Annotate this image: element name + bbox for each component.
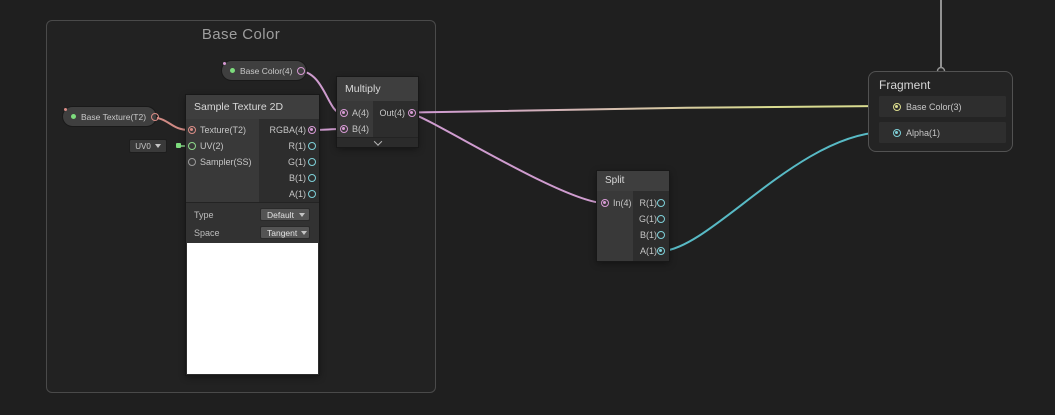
port-label: Base Color(3)	[906, 101, 962, 112]
port-label: Texture(T2)	[200, 125, 247, 135]
in-input-port[interactable]	[601, 199, 609, 207]
port-label: G(1)	[639, 214, 657, 224]
output-column	[373, 101, 418, 137]
port-label: In(4)	[613, 198, 632, 208]
b-output-port[interactable]	[657, 231, 665, 239]
node-title[interactable]: Multiply	[337, 77, 418, 102]
type-value: Default	[267, 209, 294, 220]
g-output-port[interactable]	[308, 158, 316, 166]
b-input-port[interactable]	[340, 125, 348, 133]
r-output-port[interactable]	[657, 199, 665, 207]
node-title[interactable]: Split	[597, 171, 669, 192]
port-label: UV(2)	[200, 141, 224, 151]
g-output-port[interactable]	[657, 215, 665, 223]
node-title: Fragment	[879, 78, 931, 92]
port-label: B(4)	[352, 124, 370, 134]
space-dropdown[interactable]: Tangent	[260, 226, 310, 239]
fragment-alpha-row[interactable]: Alpha(1)	[879, 122, 1006, 143]
node-multiply[interactable]: Multiply A(4) B(4) Out(4)	[337, 77, 418, 147]
port-label: B(1)	[288, 173, 306, 183]
node-preview	[187, 243, 318, 374]
node-sample-texture-2d[interactable]: Sample Texture 2D Texture(T2) UV(2) Samp…	[186, 95, 319, 375]
node-split[interactable]: Split In(4) R(1) G(1) B(1) A(1)	[597, 171, 669, 261]
port-label: R(1)	[288, 141, 307, 151]
uv-input-port[interactable]	[188, 142, 196, 150]
port-label: B(1)	[639, 230, 657, 240]
uv-default-connector-icon	[176, 143, 181, 148]
collapse-strip[interactable]	[337, 136, 418, 147]
port-label: A(4)	[352, 108, 370, 118]
port-label: A(1)	[288, 189, 306, 199]
base-color-input-port[interactable]	[893, 102, 901, 111]
texture-input-port[interactable]	[188, 126, 196, 134]
wire-multiply-out-to-fragment-basecolor[interactable]	[411, 105, 884, 114]
property-label: Base Color(4)	[240, 65, 293, 76]
chevron-down-icon	[299, 212, 305, 217]
a-output-port[interactable]	[657, 247, 665, 255]
port-label: Sampler(SS)	[200, 157, 252, 167]
r-output-port[interactable]	[308, 142, 316, 150]
port-label: A(1)	[639, 246, 657, 256]
out-output-port[interactable]	[408, 109, 416, 117]
chevron-down-icon	[154, 144, 161, 148]
alpha-input-port[interactable]	[893, 128, 901, 137]
base-color-property-output-port[interactable]	[297, 66, 306, 75]
base-texture-property-output-port[interactable]	[151, 112, 160, 121]
type-label: Type	[194, 210, 214, 220]
port-label: G(1)	[288, 157, 306, 167]
node-controls: Type Default Space Tangent	[186, 202, 319, 243]
space-value: Tangent	[267, 227, 298, 238]
sampler-input-port[interactable]	[188, 158, 196, 166]
shader-graph-canvas[interactable]: Base Color Base Color(4) Base Texture(T2…	[0, 0, 1055, 415]
fragment-basecolor-row[interactable]: Base Color(3)	[879, 96, 1006, 117]
exposed-property-dot-icon	[71, 114, 76, 119]
edge-layer	[147, 0, 946, 252]
wire-multiply-out-to-split-in[interactable]	[411, 113, 603, 204]
a-output-port[interactable]	[308, 190, 316, 198]
port-label: Out(4)	[379, 108, 405, 118]
property-pill-base-color[interactable]: Base Color(4)	[222, 61, 306, 80]
wire-split-a-to-fragment-alpha[interactable]	[662, 131, 884, 252]
port-label: RGBA(4)	[269, 125, 306, 135]
chevron-down-icon	[301, 230, 308, 235]
rgba-output-port[interactable]	[308, 126, 316, 134]
type-dropdown[interactable]: Default	[260, 208, 310, 221]
port-label: Alpha(1)	[906, 127, 941, 138]
uv-channel-dropdown[interactable]: UV0	[129, 139, 167, 153]
port-label: R(1)	[639, 198, 658, 208]
uv-channel-value: UV0	[135, 141, 151, 151]
b-output-port[interactable]	[308, 174, 316, 182]
exposed-property-dot-icon	[230, 68, 235, 73]
space-label: Space	[194, 228, 220, 238]
node-fragment-context[interactable]: Fragment Base Color(3) Alpha(1)	[868, 71, 1013, 152]
property-pill-base-texture[interactable]: Base Texture(T2)	[63, 107, 160, 126]
a-input-port[interactable]	[340, 109, 348, 117]
property-label: Base Texture(T2)	[81, 111, 147, 122]
node-title[interactable]: Sample Texture 2D	[186, 95, 319, 120]
chevron-down-icon	[373, 136, 382, 146]
